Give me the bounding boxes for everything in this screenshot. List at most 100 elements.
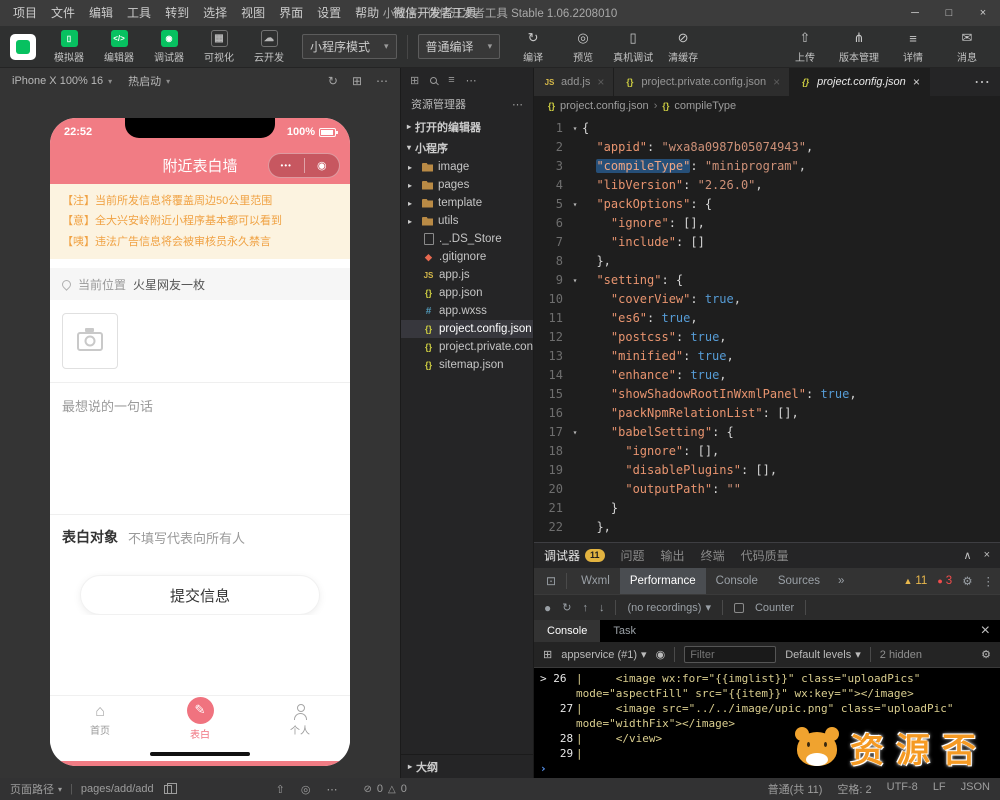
warning-count[interactable]: ▲ 11 [903,575,927,587]
app-logo[interactable] [10,33,36,60]
open-editors-section[interactable]: ▸ 打开的编辑器 [401,116,533,137]
more-tabs-icon[interactable]: » [830,575,852,587]
toolbar-button[interactable]: ⋔ 版本管理 [836,30,882,64]
toolbar-button[interactable]: ☁ 云开发 [246,29,292,64]
menu-item[interactable]: 视图 [234,0,272,26]
code-line[interactable]: 15 "showShadowRootInWxmlPanel": true, [534,385,1000,404]
devtools-tab[interactable]: Console [706,568,768,594]
toolbar-button[interactable]: ⊘ 清缓存 [660,30,706,64]
collapse-panel-icon[interactable]: ∧ [964,549,972,562]
add-photo-button[interactable] [62,313,118,370]
statusbar-item[interactable]: 普通(共 11) [768,781,823,797]
fold-icon[interactable]: ▾ [568,423,582,442]
message-textarea[interactable]: 最想说的一句话 [50,383,350,516]
fold-icon[interactable]: ▾ [568,119,582,138]
tree-item[interactable]: ▸ image [401,158,533,176]
debugger-panel-tab[interactable]: 输出 [661,547,685,564]
code-line[interactable]: 16 "packNpmRelationList": [], [534,404,1000,423]
devtools-tab[interactable]: Sources [768,568,830,594]
breadcrumb-item[interactable]: compileType [674,100,736,112]
tree-item[interactable]: ._.DS_Store [401,230,533,248]
code-line[interactable]: 18 "ignore": [], [534,442,1000,461]
menu-item[interactable]: 设置 [310,0,348,26]
page-path-select[interactable]: 页面路径 ▾ [10,781,62,797]
more-icon[interactable]: ••• [269,161,304,170]
restart-select[interactable]: 热启动 ▾ [128,73,170,89]
device-select[interactable]: iPhone X 100% 16 ▾ [12,75,112,87]
console-tab[interactable]: Task [600,620,649,642]
more-icon[interactable]: ⋯ [466,74,477,87]
upload-status-icon[interactable]: ⇧ [276,783,285,796]
code-line[interactable]: 4 "libVersion": "2.26.0", [534,176,1000,195]
tree-item[interactable]: {} app.json [401,284,533,302]
code-line[interactable]: 1 ▾{ [534,119,1000,138]
search-icon[interactable] [430,76,438,84]
fold-icon[interactable]: ▾ [568,195,582,214]
close-icon[interactable]: × [597,75,604,89]
context-select[interactable]: appservice (#1) ▾ [561,648,646,662]
close-console-icon[interactable]: × [971,620,1000,642]
exit-icon[interactable]: ◉ [305,159,340,172]
console-tab[interactable]: Console [534,620,601,642]
submit-button[interactable]: 提交信息 [80,575,320,616]
menu-item[interactable]: 界面 [272,0,310,26]
toolbar-button[interactable]: ◎ 预览 [560,30,606,64]
page-path[interactable]: pages/add/add [81,783,154,795]
code-line[interactable]: 3 "compileType": "miniprogram", [534,157,1000,176]
preview-status-icon[interactable]: ◎ [301,783,311,796]
breadcrumb-item[interactable]: project.config.json [560,100,649,112]
code-line[interactable]: 9 ▾ "setting": { [534,271,1000,290]
devtools-tab[interactable]: Performance [619,568,706,594]
compile-mode-select[interactable]: 普通编译 ▾ [417,34,501,59]
menu-item[interactable]: 工具 [120,0,158,26]
outline-section[interactable]: ▸ 大纲 [401,754,533,778]
settings-gear-icon[interactable]: ⚙ [962,574,972,588]
tree-item[interactable]: {} project.private.config.js... [401,338,533,356]
recordings-select[interactable]: (no recordings) ▾ [627,601,711,615]
problems-indicator[interactable]: ⊘ 0 △ 0 [364,783,407,795]
tree-item[interactable]: ▸ pages [401,176,533,194]
toolbar-button[interactable]: ✉ 消息 [944,30,990,64]
files-icon[interactable]: ⊞ [410,74,419,87]
tree-item[interactable]: # app.wxss [401,302,533,320]
toolbar-button[interactable]: </> 编辑器 [96,29,142,64]
editor-tab[interactable]: {} project.config.json × [790,68,930,96]
debugger-panel-tab[interactable]: 代码质量 [741,547,789,564]
capsule-menu[interactable]: ••• ◉ [268,153,340,178]
toolbar-button[interactable]: ◉ 调试器 [146,29,192,64]
toolbar-button[interactable]: ▦ 可视化 [196,29,242,64]
menu-item[interactable]: 转到 [158,0,196,26]
layout-icon[interactable]: ⊞ [352,74,362,88]
code-line[interactable]: 13 "minified": true, [534,347,1000,366]
levels-select[interactable]: Default levels ▾ [785,648,861,662]
copy-path-icon[interactable] [163,782,177,794]
save-profile-icon[interactable]: ↓ [599,602,605,614]
debugger-panel-tab[interactable]: 问题 [621,547,645,564]
tabbar-item[interactable]: 个人 [250,696,350,745]
menu-item[interactable]: 文件 [44,0,82,26]
more-actions-icon[interactable]: ⋯ [512,98,523,111]
code-line[interactable]: 8 }, [534,252,1000,271]
statusbar-item[interactable]: 空格: 2 [837,781,871,797]
code-line[interactable]: 14 "enhance": true, [534,366,1000,385]
menu-item[interactable]: 编辑 [82,0,120,26]
more-icon[interactable]: ⋯ [376,74,388,88]
code-line[interactable]: 6 "ignore": [], [534,214,1000,233]
editor-tab[interactable]: {} project.private.config.json × [614,68,791,96]
code-line[interactable]: 20 "outputPath": "" [534,480,1000,499]
maximize-icon[interactable]: □ [932,0,966,26]
code-line[interactable]: 7 "include": [] [534,233,1000,252]
menu-item[interactable]: 项目 [6,0,44,26]
code-line[interactable]: 5 ▾ "packOptions": { [534,195,1000,214]
fold-icon[interactable]: ▾ [568,271,582,290]
toolbar-button[interactable]: ▯ 真机调试 [610,30,656,64]
menu-item[interactable]: 帮助 [348,0,386,26]
close-icon[interactable]: × [913,75,920,89]
list-icon[interactable]: ≡ [448,74,454,86]
debugger-panel-tab[interactable]: 终端 [701,547,725,564]
location-row[interactable]: 当前位置 火星网友一枚 [50,268,350,301]
console-settings-icon[interactable]: ⚙ [981,648,991,661]
eye-icon[interactable]: ◉ [656,648,666,661]
toolbar-button[interactable]: ▯ 模拟器 [46,29,92,64]
toolbar-button[interactable]: ⇧ 上传 [782,30,828,64]
